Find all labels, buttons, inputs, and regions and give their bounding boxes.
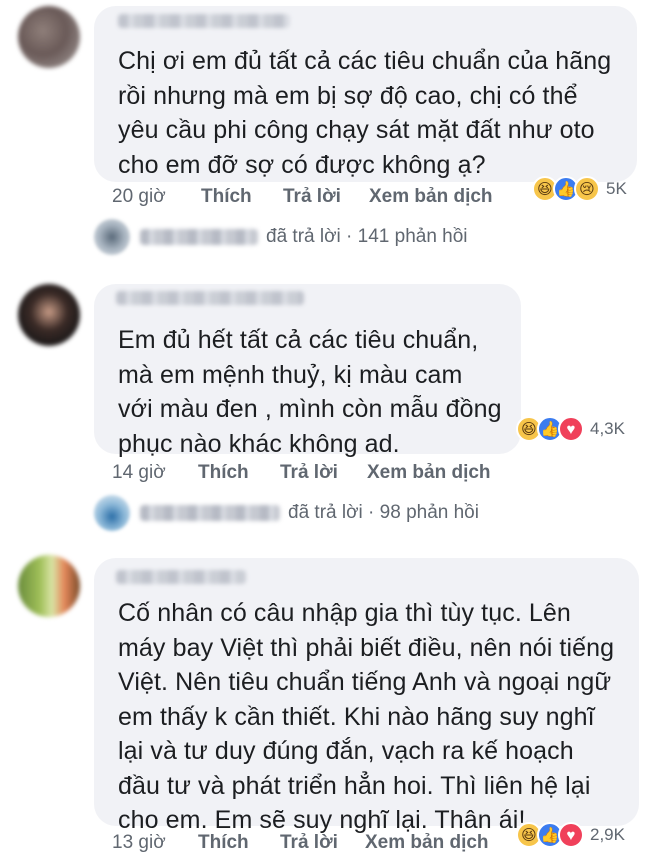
commenter-avatar[interactable]	[18, 6, 80, 68]
reaction-count: 5K	[606, 179, 627, 198]
comment-text: Chị ơi em đủ tất cả các tiêu chuẩn của h…	[118, 47, 612, 179]
sad-icon: 😢	[574, 176, 600, 202]
reply-link[interactable]: Trả lời	[283, 186, 341, 208]
reaction-count: 4,3K	[590, 419, 625, 438]
love-icon: ♥	[558, 822, 584, 848]
like-link[interactable]: Thích	[198, 462, 249, 484]
comment-text: Cố nhân có câu nhập gia thì tùy tục. Lên…	[118, 599, 615, 834]
commenter-avatar[interactable]	[18, 284, 80, 346]
replies-summary: đã trả lời · 98 phản hồi	[288, 502, 479, 523]
replier-name-blurred	[140, 229, 258, 245]
love-icon: ♥	[558, 416, 584, 442]
commenter-avatar[interactable]	[18, 555, 80, 617]
replies-summary: đã trả lời · 141 phản hồi	[266, 226, 468, 247]
commenter-name-blurred[interactable]	[118, 14, 290, 28]
comment-time[interactable]: 20 giờ	[112, 186, 166, 207]
reaction-summary[interactable]: 😆 👍 ♥ 4,3K	[516, 416, 625, 442]
replies-link[interactable]: đã trả lời · 141 phản hồi	[94, 219, 468, 255]
comment-time[interactable]: 13 giờ	[112, 832, 166, 853]
reaction-count: 2,9K	[590, 825, 625, 844]
reply-link[interactable]: Trả lời	[280, 832, 338, 854]
replier-name-blurred	[140, 505, 280, 521]
see-translation-link[interactable]: Xem bản dịch	[365, 832, 489, 854]
comment-actions: 13 giờ	[112, 832, 166, 854]
commenter-name-blurred[interactable]	[116, 291, 304, 305]
reaction-summary[interactable]: 😆 👍 ♥ 2,9K	[516, 822, 625, 848]
reply-link[interactable]: Trả lời	[280, 462, 338, 484]
commenter-name-blurred[interactable]	[116, 570, 246, 584]
see-translation-link[interactable]: Xem bản dịch	[367, 462, 491, 484]
comment-time[interactable]: 14 giờ	[112, 462, 166, 483]
replier-avatar	[94, 219, 130, 255]
replies-link[interactable]: đã trả lời · 98 phản hồi	[94, 495, 479, 531]
reaction-summary[interactable]: 😆 👍 😢 5K	[532, 176, 627, 202]
comment-text: Em đủ hết tất cả các tiêu chuẩn, mà em m…	[118, 326, 502, 458]
like-link[interactable]: Thích	[201, 186, 252, 208]
comment-actions: 14 giờ	[112, 462, 166, 484]
comment-actions: 20 giờ	[112, 186, 166, 208]
like-link[interactable]: Thích	[198, 832, 249, 854]
replier-avatar	[94, 495, 130, 531]
see-translation-link[interactable]: Xem bản dịch	[369, 186, 493, 208]
